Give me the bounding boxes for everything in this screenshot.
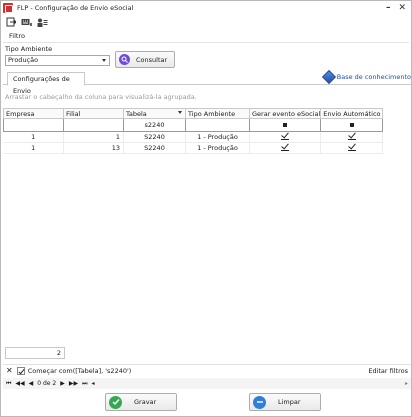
clear-filter-icon[interactable]: ✕ [6,366,13,375]
filter-envio-automatico[interactable] [320,118,384,132]
tabs-bar: Configurações de Envio Base de conhecime… [3,69,411,95]
indeterminate-icon [283,123,288,127]
checkmark-icon [347,143,356,151]
window-title: FLP - Configuração de Envio eSocial [17,3,134,12]
cell-gerar-evento[interactable] [249,142,322,154]
data-grid: Empresa Filial Tabela Tipo Ambiente Gera… [3,108,411,343]
scroll-right-icon[interactable]: ▸ [405,380,408,387]
checkmark-icon [281,132,290,140]
base-de-conhecimento-link[interactable]: Base de conhecimento [321,69,411,85]
toolbar [1,15,411,29]
gravar-label: Gravar [134,398,157,406]
consultar-label: Consultar [136,55,168,64]
record-count: 2 [5,347,65,359]
title-bar: FLP - Configuração de Envio eSocial – ✕ [1,1,411,14]
cell-envio-automatico[interactable] [320,142,384,154]
filter-gerar-evento[interactable] [248,118,322,132]
filter-empresa[interactable] [3,118,64,132]
tipo-ambiente-label: Tipo Ambiente [5,45,53,53]
col-tabela-label: Tabela [126,109,147,118]
separator [3,42,409,43]
cell-envio-automatico[interactable] [320,131,384,143]
filter-tipo-ambiente[interactable] [185,118,250,132]
pager: ⏮ ◀◀ ◀ 0 de 2 ▶ ▶▶ ⏭ ◂ ▸ [3,378,411,389]
next-page-group-icon[interactable]: ▶▶ [69,380,78,387]
tipo-ambiente-select[interactable]: Produção [5,55,110,66]
edit-filters-link[interactable]: Editar filtros [368,367,408,375]
exit-icon[interactable] [5,17,16,27]
group-by-hint: Arrastar o cabeçalho da coluna para visu… [5,93,197,101]
col-tipo-ambiente[interactable]: Tipo Ambiente [185,108,250,119]
minus-circle-icon [253,395,266,409]
tab-configuracoes-de-envio[interactable]: Configurações de Envio [7,72,85,95]
gravar-button[interactable]: Gravar [105,393,177,411]
filter-enabled-checkbox[interactable] [16,366,25,375]
users-icon[interactable] [37,17,48,27]
keyboard-icon[interactable] [21,17,32,27]
col-tabela[interactable]: Tabela [123,108,186,119]
col-filial[interactable]: Filial [63,108,124,119]
table-row[interactable]: 1 1 S2240 1 - Produção [3,131,384,143]
filter-filial[interactable] [63,118,124,132]
checkmark-icon [281,143,290,151]
indeterminate-icon [349,123,354,127]
checkmark-icon [347,132,356,140]
check-circle-icon [109,395,122,409]
consultar-button[interactable]: Consultar [115,51,175,68]
cell-gerar-evento[interactable] [249,131,322,143]
app-logo-icon [3,2,13,13]
search-icon [119,54,130,65]
prev-page-icon[interactable]: ◀ [29,380,34,387]
grid-header-row: Empresa Filial Tabela Tipo Ambiente Gera… [3,108,384,119]
cell-filial: 13 [63,142,124,154]
cell-tipo-ambiente: 1 - Produção [185,142,250,154]
tipo-ambiente-value: Produção [8,56,39,64]
cell-tipo-ambiente: 1 - Produção [185,131,250,143]
cell-empresa: 1 [3,131,64,143]
cell-filial: 1 [63,131,124,143]
prev-page-group-icon[interactable]: ◀◀ [15,380,24,387]
table-row[interactable]: 1 13 S2240 1 - Produção [3,142,384,154]
active-filter-bar: ✕ Começar com([Tabela], 's2240') Editar … [3,364,411,376]
last-page-icon[interactable]: ⏭ [82,380,87,388]
filter-tabela[interactable]: s2240 [123,118,186,132]
sort-desc-icon [178,111,182,114]
filtro-menu[interactable]: Filtro [1,32,411,42]
pager-position: 0 de 2 [37,380,57,387]
limpar-label: Limpar [278,398,301,406]
next-page-icon[interactable]: ▶ [60,380,65,387]
first-page-icon[interactable]: ⏮ [6,380,11,388]
cell-tabela: S2240 [123,131,186,143]
col-gerar-evento[interactable]: Gerar evento eSocial [248,108,322,119]
cell-tabela: S2240 [123,142,186,154]
base-de-conhecimento-label: Base de conhecimento [336,73,411,81]
filter-expression: Começar com([Tabela], 's2240') [27,366,132,375]
chevron-down-icon [102,59,106,62]
minimize-button[interactable]: – [386,3,391,13]
scroll-left-icon[interactable]: ◂ [91,380,94,387]
close-button[interactable]: ✕ [398,3,406,13]
cell-empresa: 1 [3,142,64,154]
knowledge-base-icon [321,69,336,85]
filter-row: s2240 [3,118,384,132]
app-window: FLP - Configuração de Envio eSocial – ✕ … [0,0,412,417]
limpar-button[interactable]: Limpar [249,393,321,411]
col-envio-automatico[interactable]: Envio Automático [320,108,384,119]
col-empresa[interactable]: Empresa [3,108,64,119]
